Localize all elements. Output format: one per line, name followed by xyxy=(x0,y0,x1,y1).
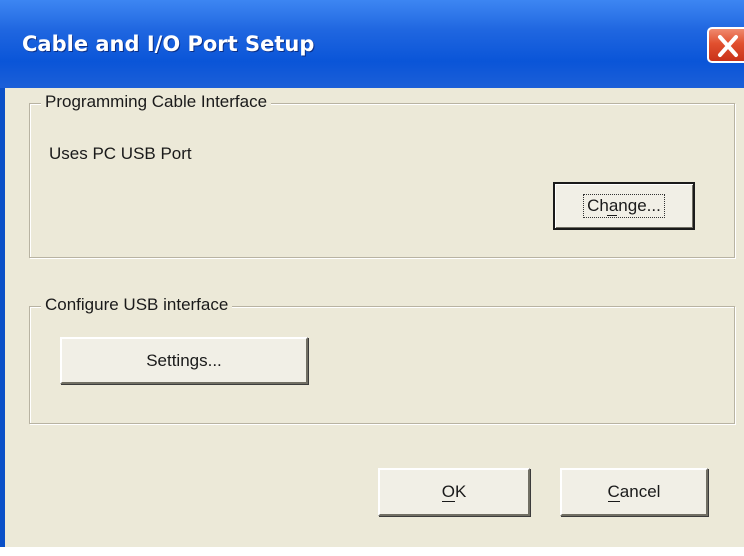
cancel-button-label: Cancel xyxy=(607,482,661,501)
window-bottom-edge xyxy=(0,547,744,556)
close-button[interactable] xyxy=(707,27,744,63)
ok-button[interactable]: OK xyxy=(378,468,530,516)
settings-button[interactable]: Settings... xyxy=(60,337,308,384)
title-bar[interactable]: Cable and I/O Port Setup xyxy=(0,0,744,88)
change-button-label: Change... xyxy=(587,196,661,215)
settings-button-label: Settings... xyxy=(146,350,222,370)
usb-config-legend: Configure USB interface xyxy=(41,295,233,315)
close-icon xyxy=(718,35,738,57)
change-button[interactable]: Change... xyxy=(553,182,695,230)
window-title: Cable and I/O Port Setup xyxy=(22,32,315,56)
cancel-button[interactable]: Cancel xyxy=(560,468,708,516)
cable-status-text: Uses PC USB Port xyxy=(49,144,192,163)
ok-button-label: OK xyxy=(441,482,467,501)
programming-cable-legend: Programming Cable Interface xyxy=(41,92,272,112)
dialog-body: Programming Cable Interface Uses PC USB … xyxy=(5,88,744,556)
dialog-window: Cable and I/O Port Setup Programming Cab… xyxy=(0,0,744,556)
programming-cable-group xyxy=(29,103,735,258)
change-button-focus: Change... xyxy=(583,194,665,218)
